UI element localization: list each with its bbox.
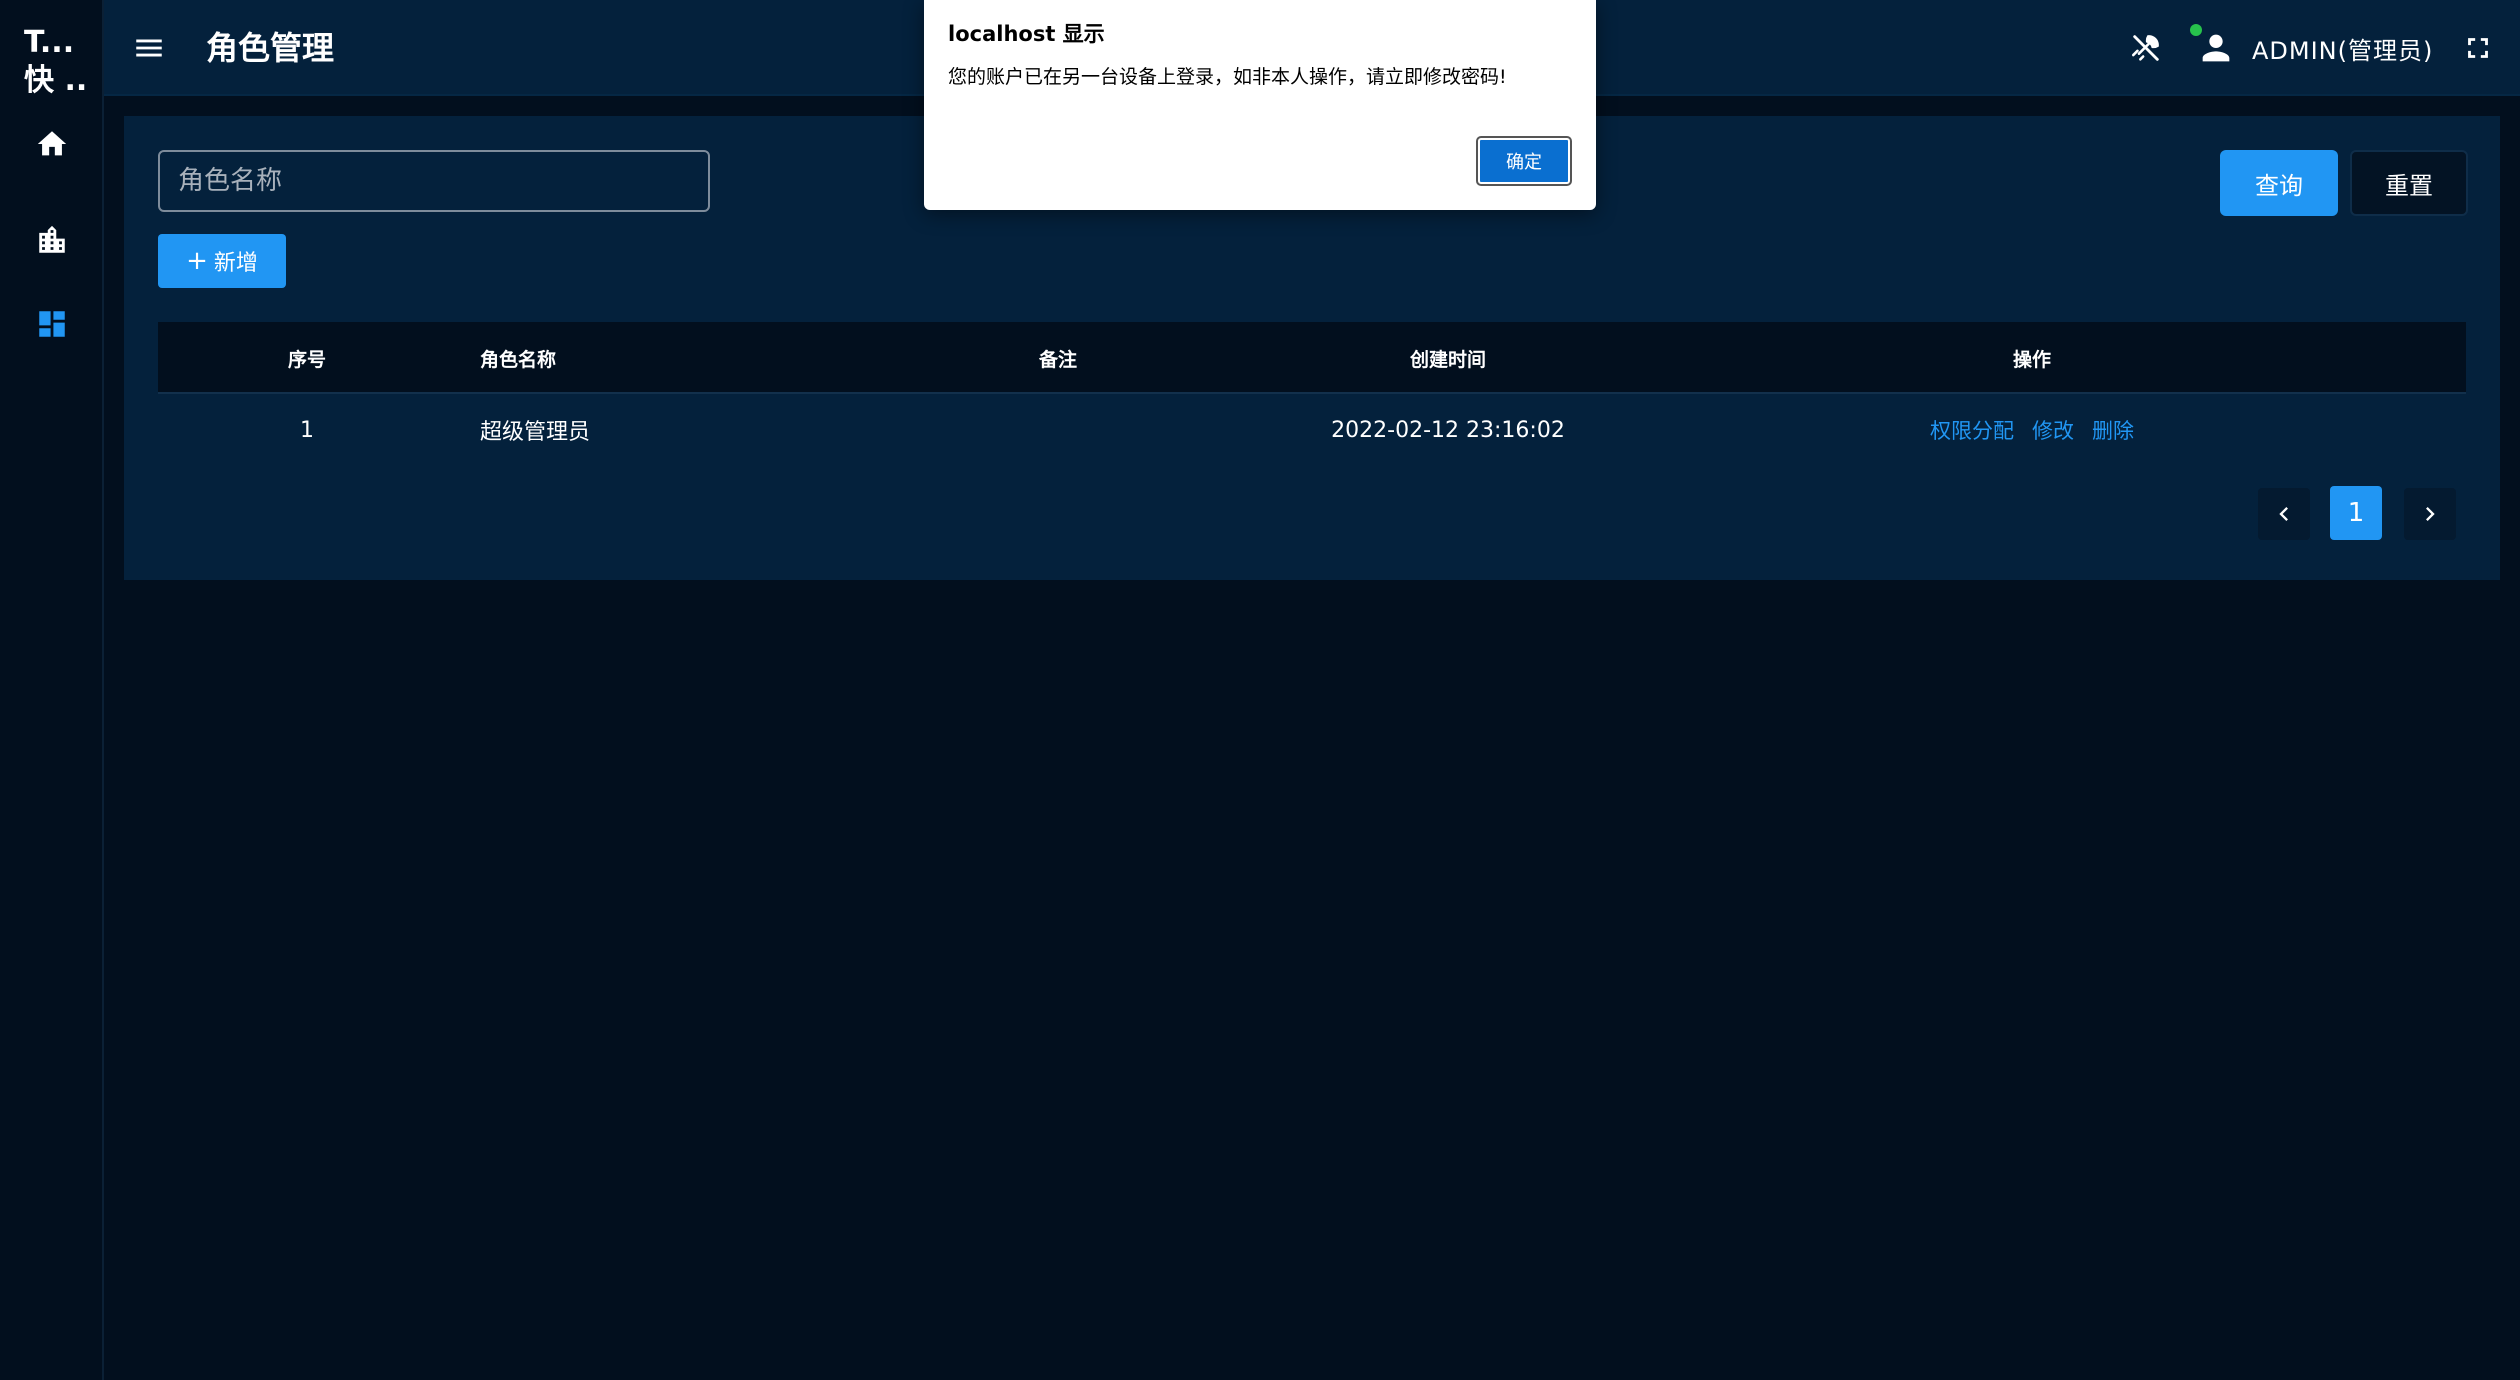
query-button[interactable]: 查询 (2220, 150, 2338, 216)
pagination-next-button[interactable] (2404, 488, 2456, 540)
pagination-page-1[interactable]: 1 (2330, 486, 2382, 540)
sidebar: T... 快 .. (0, 0, 104, 1380)
chevron-right-icon (2426, 507, 2435, 521)
dialog-title: localhost 显示 (948, 22, 1105, 46)
online-status-dot (2190, 24, 2202, 36)
brightness-off-icon (2131, 35, 2159, 61)
edit-link[interactable]: 修改 (2032, 415, 2074, 445)
column-header-role-name: 角色名称 (480, 348, 557, 371)
column-header-remark: 备注 (1038, 348, 1077, 371)
plus-icon: + (186, 246, 208, 276)
chevron-left-icon (2279, 507, 2288, 521)
row-remark (878, 394, 1238, 466)
row-created-at: 2022-02-12 23:16:02 (1331, 417, 1565, 443)
building-icon (39, 225, 65, 253)
row-index: 1 (300, 417, 314, 443)
avatar (2190, 24, 2236, 68)
home-icon (37, 131, 67, 156)
brand-line-1: T... (24, 25, 75, 60)
dialog-ok-button[interactable]: 确定 (1476, 136, 1572, 186)
page-title: 角色管理 (206, 29, 335, 67)
table-row: 1 超级管理员 2022-02-12 23:16:02 权限分配 修改 删除 (158, 394, 2466, 466)
reset-button[interactable]: 重置 (2350, 150, 2468, 216)
brand-line-2: 快 .. (24, 63, 88, 98)
role-name-search-input[interactable] (158, 150, 710, 212)
brand-logo[interactable]: T... 快 .. (24, 24, 96, 100)
theme-toggle-button[interactable] (2124, 26, 2168, 70)
add-role-button[interactable]: + 新增 (158, 234, 286, 288)
user-name-label: ADMIN(管理员) (2252, 36, 2434, 65)
fullscreen-icon (2468, 38, 2488, 58)
pagination-prev-button[interactable] (2258, 488, 2310, 540)
user-menu[interactable]: ADMIN(管理员) (2190, 24, 2434, 72)
person-icon (2202, 34, 2230, 62)
column-header-created-at: 创建时间 (1409, 348, 1486, 371)
row-role-name: 超级管理员 (480, 420, 591, 445)
add-role-label: 新增 (213, 251, 258, 276)
delete-link[interactable]: 删除 (2092, 415, 2134, 445)
row-actions: 权限分配 修改 删除 (1852, 394, 2212, 466)
sidebar-item-home[interactable] (26, 118, 78, 170)
column-header-index: 序号 (287, 348, 326, 371)
column-header-actions: 操作 (2012, 348, 2051, 371)
sidebar-item-dashboard[interactable] (26, 298, 78, 350)
dashboard-icon (39, 311, 65, 337)
hamburger-menu-icon (136, 39, 162, 57)
assign-permissions-link[interactable]: 权限分配 (1930, 415, 2014, 445)
dialog-message: 您的账户已在另一台设备上登录，如非本人操作，请立即修改密码! (948, 66, 1507, 88)
sidebar-item-building[interactable] (26, 214, 78, 266)
menu-toggle-button[interactable] (128, 27, 170, 69)
table-header: 序号 角色名称 备注 创建时间 操作 (158, 322, 2466, 394)
fullscreen-button[interactable] (2456, 26, 2500, 70)
alert-dialog: localhost 显示 您的账户已在另一台设备上登录，如非本人操作，请立即修改… (924, 0, 1596, 210)
